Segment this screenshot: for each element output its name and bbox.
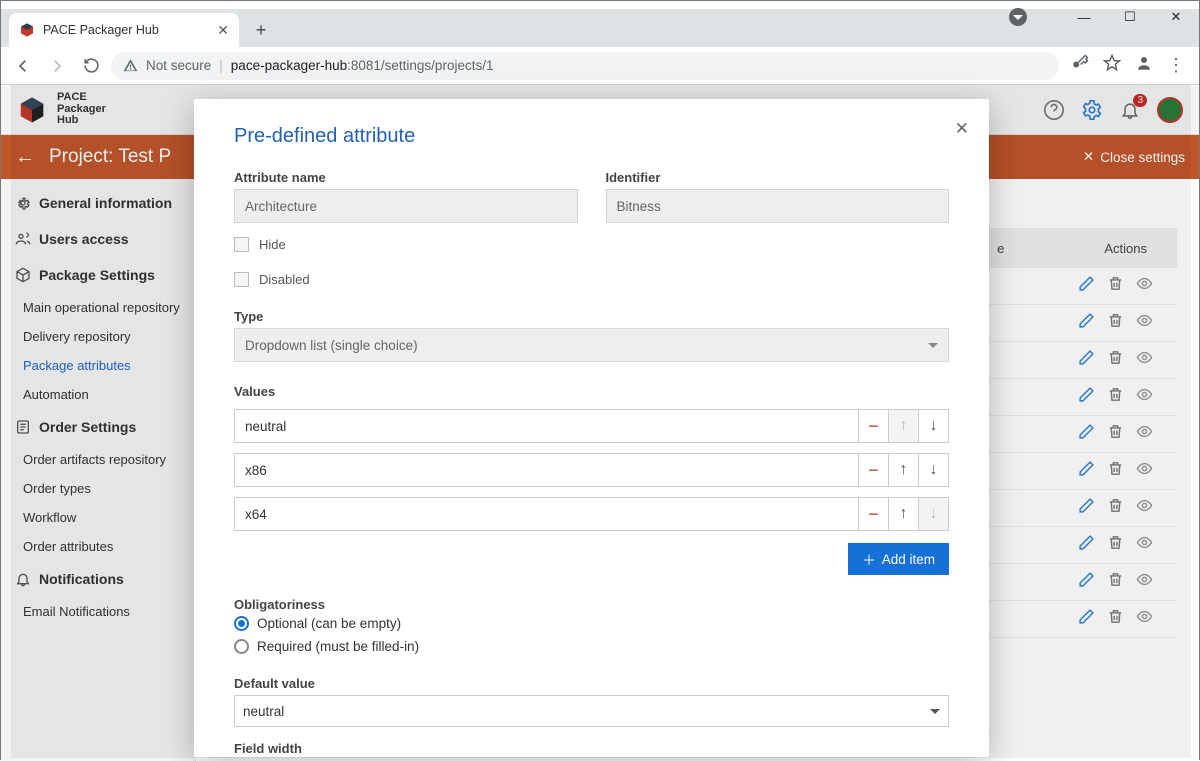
remove-value-button[interactable]: − <box>859 453 889 487</box>
default-value-select[interactable]: neutral <box>234 695 949 727</box>
modal-close-button[interactable]: ✕ <box>955 119 969 139</box>
url-box[interactable]: Not secure | pace-packager-hub:8081/sett… <box>111 52 1059 80</box>
identifier-label: Identifier <box>606 170 950 185</box>
star-icon[interactable] <box>1103 54 1121 77</box>
disabled-checkbox[interactable]: Disabled <box>234 272 949 287</box>
warning-icon <box>123 58 138 73</box>
field-width-label: Field width <box>234 741 949 756</box>
move-up-button: ↑ <box>889 409 919 443</box>
attr-name-label: Attribute name <box>234 170 578 185</box>
new-tab-button[interactable]: + <box>247 16 275 44</box>
values-label: Values <box>234 384 949 399</box>
plus-icon: ＋ <box>862 549 876 569</box>
add-item-button[interactable]: ＋Add item <box>848 543 949 575</box>
not-secure-label: Not secure <box>146 58 211 73</box>
value-row: − ↑ ↓ <box>234 409 949 443</box>
move-down-button[interactable]: ↓ <box>919 409 949 443</box>
obligatoriness-label: Obligatoriness <box>234 597 949 612</box>
browser-tab[interactable]: PACE Packager Hub ✕ <box>9 13 239 47</box>
type-label: Type <box>234 309 949 324</box>
remove-value-button[interactable]: − <box>859 409 889 443</box>
value-row: − ↑ ↓ <box>234 453 949 487</box>
remove-value-button[interactable]: − <box>859 497 889 531</box>
close-tab-icon[interactable]: ✕ <box>217 22 229 39</box>
default-value-label: Default value <box>234 676 949 691</box>
move-down-button: ↓ <box>919 497 949 531</box>
tab-title: PACE Packager Hub <box>43 23 159 37</box>
value-row: − ↑ ↓ <box>234 497 949 531</box>
cube-icon <box>19 22 35 38</box>
circle-icon[interactable] <box>995 1 1041 33</box>
value-input[interactable] <box>234 409 859 443</box>
back-button[interactable] <box>9 52 37 80</box>
radio-required[interactable]: Required (must be filled-in) <box>234 639 949 654</box>
value-input[interactable] <box>234 453 859 487</box>
close-window-button[interactable]: ✕ <box>1153 1 1199 33</box>
menu-icon[interactable]: ⋮ <box>1167 55 1185 76</box>
hide-checkbox[interactable]: Hide <box>234 237 949 252</box>
move-up-button[interactable]: ↑ <box>889 453 919 487</box>
reload-button[interactable] <box>77 52 105 80</box>
identifier-input[interactable] <box>606 189 950 223</box>
attr-name-input[interactable] <box>234 189 578 223</box>
move-up-button[interactable]: ↑ <box>889 497 919 531</box>
maximize-button[interactable]: ☐ <box>1107 1 1153 33</box>
window-controls: — ☐ ✕ <box>995 1 1199 33</box>
move-down-button[interactable]: ↓ <box>919 453 949 487</box>
attribute-modal: ✕ Pre-defined attribute Attribute name I… <box>194 99 989 757</box>
type-select[interactable]: Dropdown list (single choice) <box>234 328 949 362</box>
minimize-button[interactable]: — <box>1061 1 1107 33</box>
address-bar: Not secure | pace-packager-hub:8081/sett… <box>1 47 1199 85</box>
modal-title: Pre-defined attribute <box>234 125 949 148</box>
profile-icon[interactable] <box>1135 54 1153 77</box>
forward-button[interactable] <box>43 52 71 80</box>
key-icon[interactable] <box>1071 54 1089 77</box>
value-input[interactable] <box>234 497 859 531</box>
radio-optional[interactable]: Optional (can be empty) <box>234 616 949 631</box>
